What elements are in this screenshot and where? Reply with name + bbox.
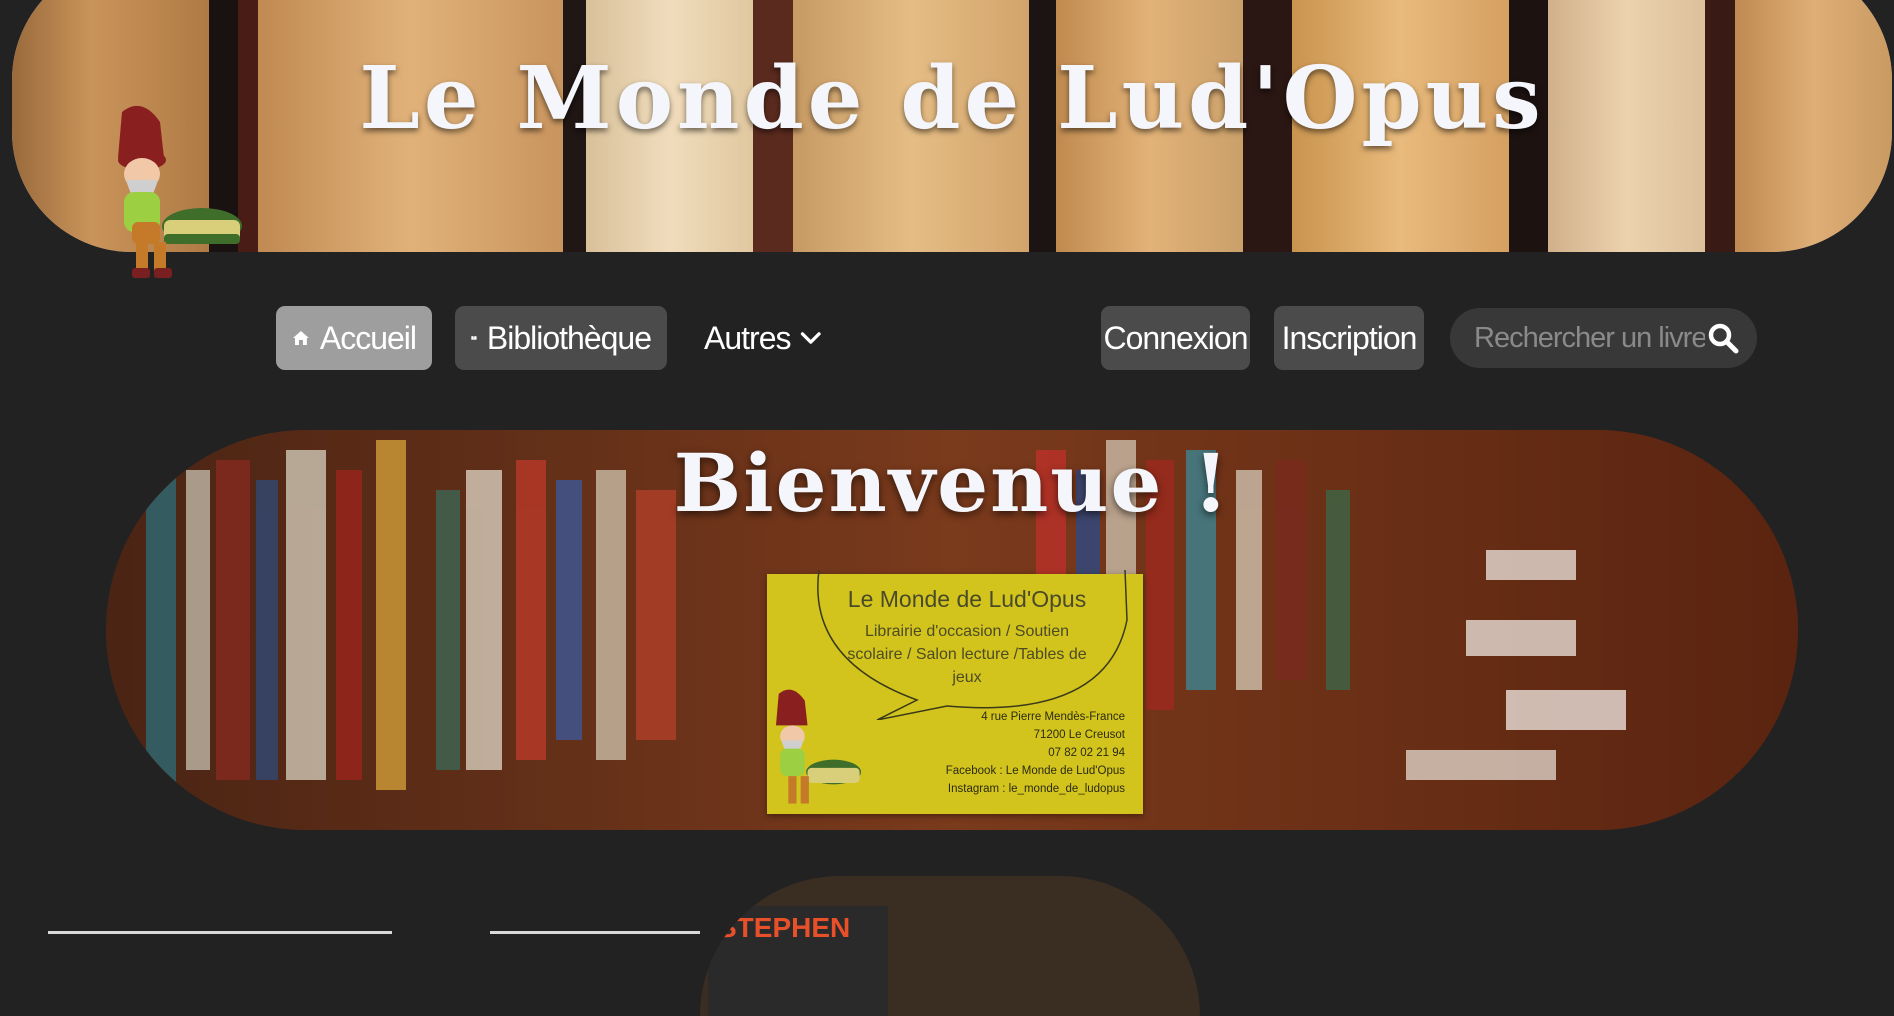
header-banner: Le Monde de Lud'Opus (12, 0, 1892, 252)
search-icon[interactable] (1707, 322, 1739, 354)
login-button[interactable]: Connexion (1101, 306, 1250, 370)
business-card-image: Le Monde de Lud'Opus Librairie d'occasio… (767, 570, 1143, 814)
card-address: 4 rue Pierre Mendès-France (981, 711, 1125, 723)
card-facebook: Facebook : Le Monde de Lud'Opus (945, 765, 1125, 777)
site-title: Le Monde de Lud'Opus (359, 48, 1545, 149)
card-contact-info: 4 rue Pierre Mendès-France 71200 Le Creu… (946, 708, 1125, 798)
book-title-fragment: STEPHEN (718, 912, 851, 943)
search-input[interactable] (1472, 320, 1707, 356)
card-instagram: Instagram : le_monde_de_ludopus (947, 783, 1125, 795)
card-gnome-icon (775, 689, 861, 804)
gnome-mascot-logo (118, 105, 242, 278)
chevron-down-icon (801, 332, 822, 344)
card-city: 71200 Le Creusot (1033, 729, 1125, 741)
signup-label: Inscription (1281, 319, 1418, 356)
card-shop-name: Le Monde de Lud'Opus (847, 586, 1087, 612)
card-description: Librairie d'occasion / Soutien scolaire … (847, 623, 1087, 686)
card-phone: 07 82 02 21 94 (1048, 747, 1125, 759)
welcome-title: Bienvenue ! (673, 436, 1231, 530)
nav-home-label: Accueil (319, 319, 417, 356)
book-cover-fragment: STEPHEN (708, 906, 888, 1016)
book-open-icon (471, 336, 477, 341)
search-bar (1450, 308, 1757, 368)
nav-other-dropdown[interactable]: Autres (688, 306, 838, 370)
nav-home-button[interactable]: Accueil (276, 306, 432, 370)
login-label: Connexion (1103, 319, 1249, 356)
nav-library-label: Bibliothèque (486, 319, 652, 356)
signup-button[interactable]: Inscription (1274, 306, 1424, 370)
home-icon (292, 331, 309, 345)
featured-book-panel: STEPHEN (700, 876, 1200, 1016)
nav-library-button[interactable]: Bibliothèque (455, 306, 667, 370)
nav-other-label: Autres (704, 319, 791, 356)
